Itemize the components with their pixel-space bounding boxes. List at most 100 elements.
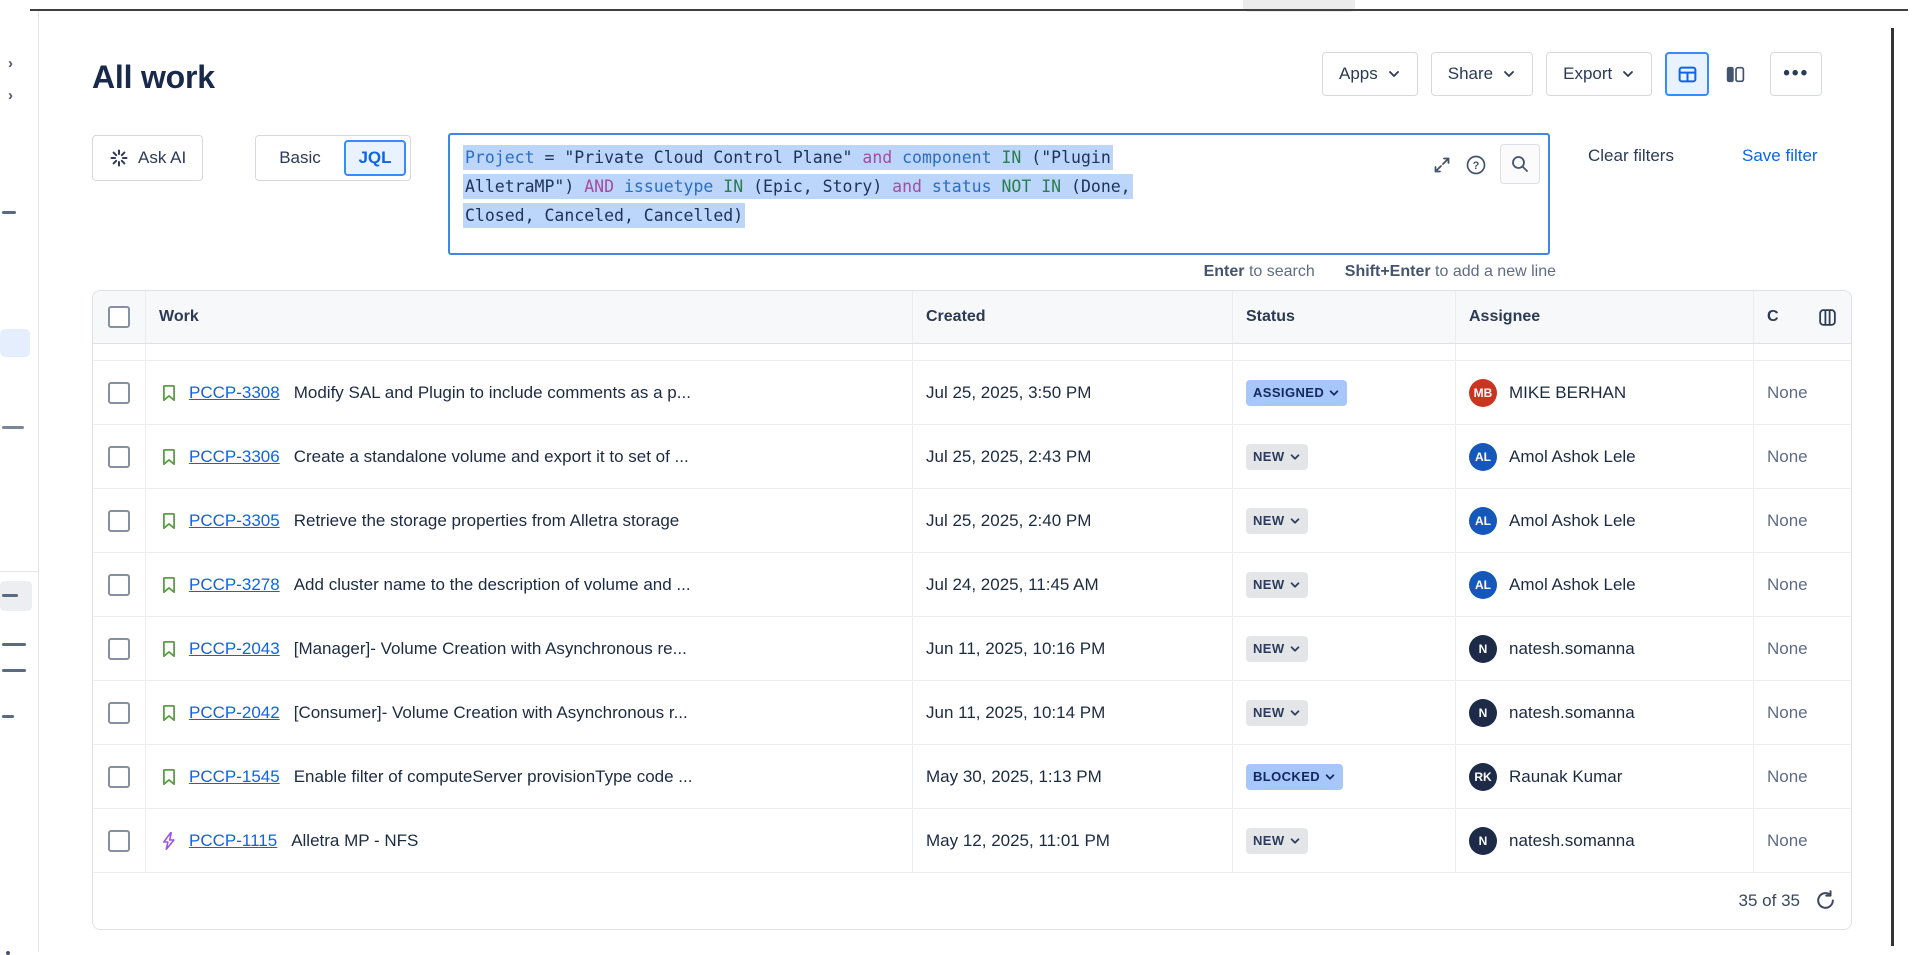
basic-mode-button[interactable]: Basic [256,148,344,168]
work-table: Work Created Status Assignee C PCCP-3308… [92,290,1852,930]
chevron-down-icon [1502,67,1516,81]
column-header-created[interactable]: Created [913,291,1233,343]
table-header: Work Created Status Assignee C [93,291,1851,344]
status-badge[interactable]: NEW [1246,828,1308,854]
jql-mode-button[interactable]: JQL [344,140,406,176]
jql-token-field: component [902,148,991,167]
sidebar-item-hover[interactable] [0,581,32,611]
jql-input[interactable]: Project = "Private Cloud Control Plane" … [448,133,1550,255]
chevron-down-icon [1289,835,1301,847]
column-header-status[interactable]: Status [1233,291,1456,343]
share-button-label: Share [1448,64,1493,84]
issue-key-link[interactable]: PCCP-1115 [189,831,277,851]
column-header-comments[interactable]: C [1767,308,1779,326]
status-label: NEW [1253,833,1285,848]
story-icon [159,447,179,467]
assignee-name: Amol Ashok Lele [1509,575,1636,595]
status-badge[interactable]: ASSIGNED [1246,380,1347,406]
row-checkbox[interactable] [108,574,130,596]
issue-summary: Retrieve the storage properties from All… [294,511,680,531]
jql-token-plain: "Private Cloud Control Plane" [564,148,852,167]
issue-key-link[interactable]: PCCP-2043 [189,639,280,659]
detail-view-button[interactable] [1713,52,1757,96]
assignee-name: natesh.somanna [1509,703,1635,723]
apps-button[interactable]: Apps [1322,52,1418,96]
avatar: AL [1469,443,1497,471]
export-button-label: Export [1563,64,1612,84]
select-all-checkbox[interactable] [108,306,130,328]
sidebar-item-fragment[interactable] [2,669,26,672]
issue-key-link[interactable]: PCCP-3305 [189,511,280,531]
columns-settings-button[interactable] [1817,307,1838,328]
share-button[interactable]: Share [1431,52,1533,96]
chevron-right-icon[interactable]: › [8,87,13,104]
save-filter-button[interactable]: Save filter [1742,146,1818,166]
chevron-down-icon [1289,579,1301,591]
help-icon[interactable]: ? [1465,154,1487,176]
status-badge[interactable]: NEW [1246,636,1308,662]
jql-token-function: IN [713,177,753,196]
comments-cell: None [1767,767,1808,787]
detail-view-icon [1725,64,1746,85]
more-button[interactable]: ••• [1770,52,1822,96]
chevron-down-icon [1289,707,1301,719]
columns-icon [1817,307,1838,328]
issue-summary: Add cluster name to the description of v… [294,575,691,595]
column-header-work[interactable]: Work [146,291,913,343]
status-badge[interactable]: NEW [1246,572,1308,598]
status-badge[interactable]: NEW [1246,508,1308,534]
ask-ai-button[interactable]: Ask AI [92,135,203,181]
sidebar-item-fragment[interactable] [2,426,24,429]
issue-key-link[interactable]: PCCP-3278 [189,575,280,595]
row-checkbox[interactable] [108,510,130,532]
row-checkbox[interactable] [108,702,130,724]
refresh-icon [1814,889,1837,912]
search-hint: Enter to searchShift+Enter to add a new … [448,263,1556,281]
comments-cell: None [1767,639,1808,659]
table-view-button[interactable] [1665,52,1709,96]
status-badge[interactable]: NEW [1246,444,1308,470]
jql-input-tools: ? [1432,146,1540,184]
row-checkbox[interactable] [108,446,130,468]
jql-token-field: status [932,177,992,196]
sidebar-item-fragment[interactable] [2,211,16,214]
sidebar-item-fragment[interactable] [2,643,26,646]
search-button[interactable] [1500,144,1540,184]
column-header-assignee[interactable]: Assignee [1456,291,1754,343]
story-icon [159,383,179,403]
hint-shift-enter-text: to add a new line [1431,263,1556,280]
clear-filters-button[interactable]: Clear filters [1588,146,1674,166]
issue-summary: [Consumer]- Volume Creation with Asynchr… [294,703,688,723]
status-badge[interactable]: NEW [1246,700,1308,726]
jql-token-plain: (Done, [1071,177,1131,196]
export-button[interactable]: Export [1546,52,1652,96]
issue-summary: Alletra MP - NFS [291,831,418,851]
row-checkbox[interactable] [108,638,130,660]
refresh-button[interactable] [1814,889,1837,912]
story-icon [159,767,179,787]
chevron-right-icon[interactable]: › [8,55,13,72]
row-checkbox[interactable] [108,830,130,852]
chevron-down-icon [1621,67,1635,81]
apps-button-label: Apps [1339,64,1378,84]
issue-key-link[interactable]: PCCP-3306 [189,447,280,467]
table-row: PCCP-2043[Manager]- Volume Creation with… [93,617,1851,681]
sidebar-item-selected[interactable] [0,329,30,357]
status-label: ASSIGNED [1253,385,1324,400]
issue-key-link[interactable]: PCCP-1545 [189,767,280,787]
issue-key-link[interactable]: PCCP-3308 [189,383,280,403]
created-cell: Jul 24, 2025, 11:45 AM [926,575,1099,595]
jql-token-keyword: and [882,177,932,196]
row-checkbox[interactable] [108,382,130,404]
issue-key-link[interactable]: PCCP-2042 [189,703,280,723]
status-label: NEW [1253,577,1285,592]
jql-token-plain: Closed, Canceled, Cancelled) [465,206,743,225]
sidebar-item-fragment[interactable] [2,715,14,718]
status-label: NEW [1253,705,1285,720]
row-checkbox[interactable] [108,766,130,788]
jql-token-function: NOT IN [992,177,1071,196]
expand-icon[interactable] [1432,155,1452,175]
status-badge[interactable]: BLOCKED [1246,764,1343,790]
epic-icon [159,831,179,851]
jql-token-function: IN [992,148,1032,167]
